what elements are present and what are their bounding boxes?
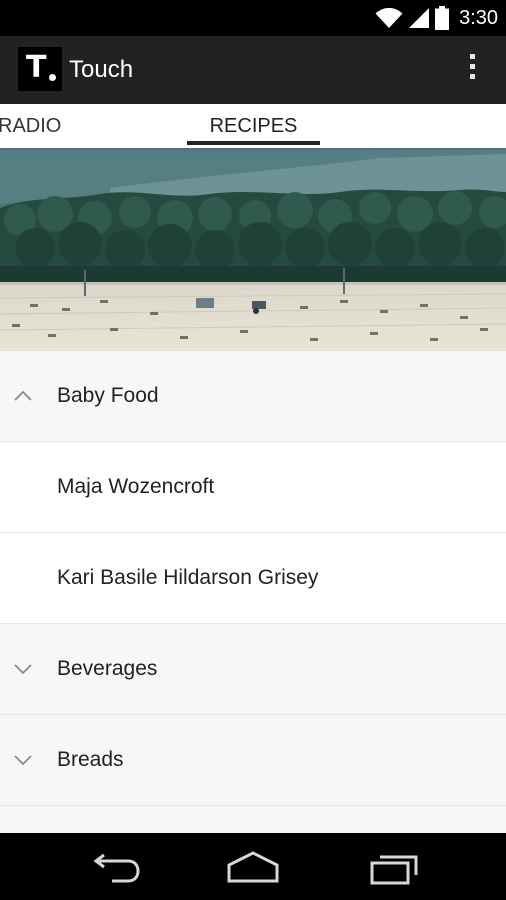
list-item-label: Maja Wozencroft xyxy=(57,475,215,498)
app-title: Touch xyxy=(69,56,134,83)
list-group-baby-food[interactable]: Baby Food xyxy=(0,351,506,442)
tab-indicator xyxy=(187,141,320,145)
battery-icon xyxy=(435,6,450,30)
app-logo-letter: T xyxy=(26,50,47,85)
app-logo-dot xyxy=(49,74,56,81)
list-group-label: Beverages xyxy=(57,657,158,680)
list-group-partial[interactable] xyxy=(0,806,506,833)
wifi-icon xyxy=(375,7,403,28)
chevron-down-icon xyxy=(14,755,32,766)
list-group-label: Baby Food xyxy=(57,384,159,407)
list-group-breads[interactable]: Breads xyxy=(0,715,506,806)
app-logo[interactable]: T xyxy=(18,47,62,91)
recents-icon[interactable] xyxy=(364,847,424,887)
chevron-up-icon xyxy=(14,390,32,401)
back-icon[interactable] xyxy=(84,847,144,887)
more-vert-icon[interactable] xyxy=(466,54,478,86)
chevron-down-icon xyxy=(14,664,32,675)
system-nav-bar xyxy=(0,833,506,900)
list-group-beverages[interactable]: Beverages xyxy=(0,624,506,715)
list-item-maja-wozencroft[interactable]: Maja Wozencroft xyxy=(0,442,506,533)
status-time: 3:30 xyxy=(459,6,498,29)
status-icons: 3:30 xyxy=(375,4,498,32)
tab-radio[interactable]: RADIO xyxy=(0,104,98,148)
action-bar: T Touch xyxy=(0,36,506,104)
status-bar: 3:30 xyxy=(0,0,506,36)
home-icon[interactable] xyxy=(223,847,283,887)
list-item-label: Kari Basile Hildarson Grisey xyxy=(57,566,319,589)
list-group-label: Breads xyxy=(57,748,124,771)
recipe-category-list: Baby Food Maja Wozencroft Kari Basile Hi… xyxy=(0,351,506,833)
hero-image xyxy=(0,148,506,351)
list-item-kari-basile-hildarson-grisey[interactable]: Kari Basile Hildarson Grisey xyxy=(0,533,506,624)
cell-signal-icon xyxy=(409,8,430,28)
